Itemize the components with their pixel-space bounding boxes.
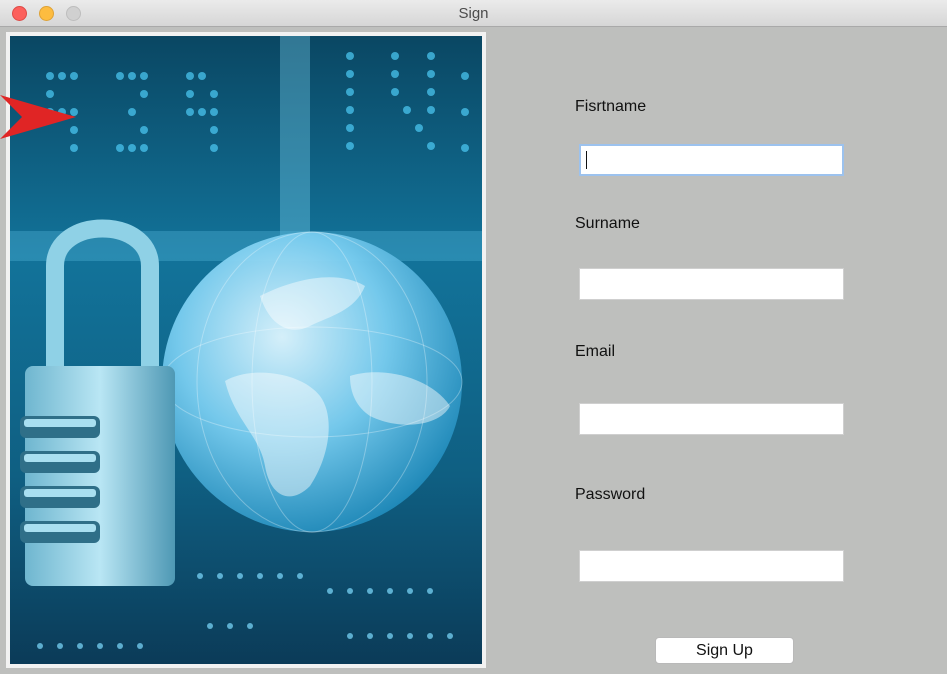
title-bar: Sign [0, 0, 947, 27]
text-caret [586, 151, 587, 169]
surname-label: Surname [575, 215, 640, 232]
padlock-globe-illustration [10, 36, 482, 664]
surname-field[interactable] [579, 268, 844, 300]
firstname-field[interactable] [579, 144, 844, 176]
password-field[interactable] [579, 550, 844, 582]
window-content: Fisrtname Surname Email Password Sign Up [0, 27, 947, 674]
window-title: Sign [458, 5, 489, 22]
email-label: Email [575, 343, 616, 360]
firstname-label: Fisrtname [575, 98, 647, 115]
email-field[interactable] [579, 403, 844, 435]
pointer-arrow-icon [0, 95, 76, 139]
sign-up-button[interactable]: Sign Up [655, 637, 794, 664]
password-label: Password [575, 486, 646, 503]
